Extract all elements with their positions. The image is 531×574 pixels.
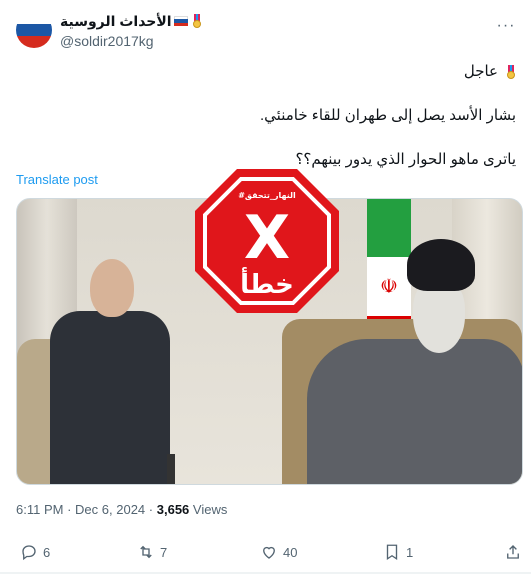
bookmark-icon xyxy=(386,544,398,561)
medal-icon xyxy=(506,65,516,79)
display-name[interactable]: الأحداث الروسية xyxy=(60,12,202,30)
repost-button[interactable]: 7 xyxy=(137,543,167,561)
display-name-text[interactable]: الأحداث الروسية xyxy=(60,12,172,30)
share-icon xyxy=(507,545,519,559)
tweet-date[interactable]: Dec 6, 2024 xyxy=(75,502,145,517)
reply-icon xyxy=(22,545,36,561)
bookmark-count: 1 xyxy=(406,544,414,560)
avatar[interactable] xyxy=(16,12,52,48)
meta-separator: · xyxy=(148,502,154,517)
reply-button[interactable]: 6 xyxy=(20,543,50,561)
stamp-verdict: خطأ xyxy=(240,267,294,300)
russia-flag-icon xyxy=(173,16,188,26)
tweet-time[interactable]: 6:11 PM xyxy=(16,502,63,517)
like-button[interactable]: 40 xyxy=(260,543,297,561)
translate-post-link[interactable]: Translate post xyxy=(16,172,98,187)
tweet-meta: 6:11 PM · Dec 6, 2024 · 3,656 Views xyxy=(16,502,227,517)
author-info[interactable]: الأحداث الروسية @soldir2017kg xyxy=(60,12,202,50)
repost-count: 7 xyxy=(160,544,168,560)
views-label: Views xyxy=(192,502,228,517)
repost-icon xyxy=(140,545,152,559)
bookmark-button[interactable]: 1 xyxy=(383,543,413,561)
share-button[interactable] xyxy=(504,543,522,561)
reply-count: 6 xyxy=(43,544,51,560)
person-left xyxy=(42,259,172,484)
breaking-label: عاجل xyxy=(463,63,498,80)
tweet-line-headline: بشار الأسد يصل إلى طهران للقاء خامنئي. xyxy=(260,107,516,124)
medal-icon xyxy=(192,14,202,28)
views-count: 3,656 xyxy=(156,502,190,517)
like-count: 40 xyxy=(283,544,298,560)
more-icon[interactable]: ··· xyxy=(496,16,516,36)
like-icon xyxy=(263,546,275,559)
x-mark-icon: X xyxy=(244,203,290,273)
false-verdict-stamp: #النهار_تتحقق X خطأ xyxy=(195,169,339,313)
tweet-line-breaking: عاجل xyxy=(16,62,516,82)
meta-separator: · xyxy=(67,502,72,517)
author-handle[interactable]: @soldir2017kg xyxy=(60,32,202,50)
tweet-actions: 6 7 40 1 xyxy=(20,543,520,565)
microphone xyxy=(167,454,175,484)
tweet-header: الأحداث الروسية @soldir2017kg ··· xyxy=(16,10,516,50)
stamp-tag: #النهار_تتحقق xyxy=(238,191,296,200)
